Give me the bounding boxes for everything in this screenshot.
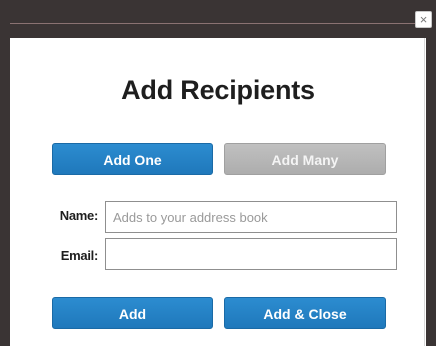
name-input[interactable] (105, 201, 397, 233)
close-icon[interactable]: × (415, 11, 432, 28)
dialog-title: Add Recipients (121, 75, 315, 105)
modal-backdrop-left (0, 0, 10, 346)
email-input[interactable] (105, 238, 397, 270)
modal-backdrop-right (426, 0, 436, 346)
add-many-tab-button[interactable]: Add Many (224, 143, 386, 175)
page: × Add Recipients Add One Add Many Name: … (0, 0, 436, 346)
add-close-button[interactable]: Add & Close (224, 297, 386, 329)
name-label: Name: (59, 208, 99, 223)
modal-backdrop (0, 0, 436, 38)
email-label: Email: (60, 248, 99, 263)
add-one-tab-button[interactable]: Add One (52, 143, 213, 175)
add-button[interactable]: Add (52, 297, 213, 329)
